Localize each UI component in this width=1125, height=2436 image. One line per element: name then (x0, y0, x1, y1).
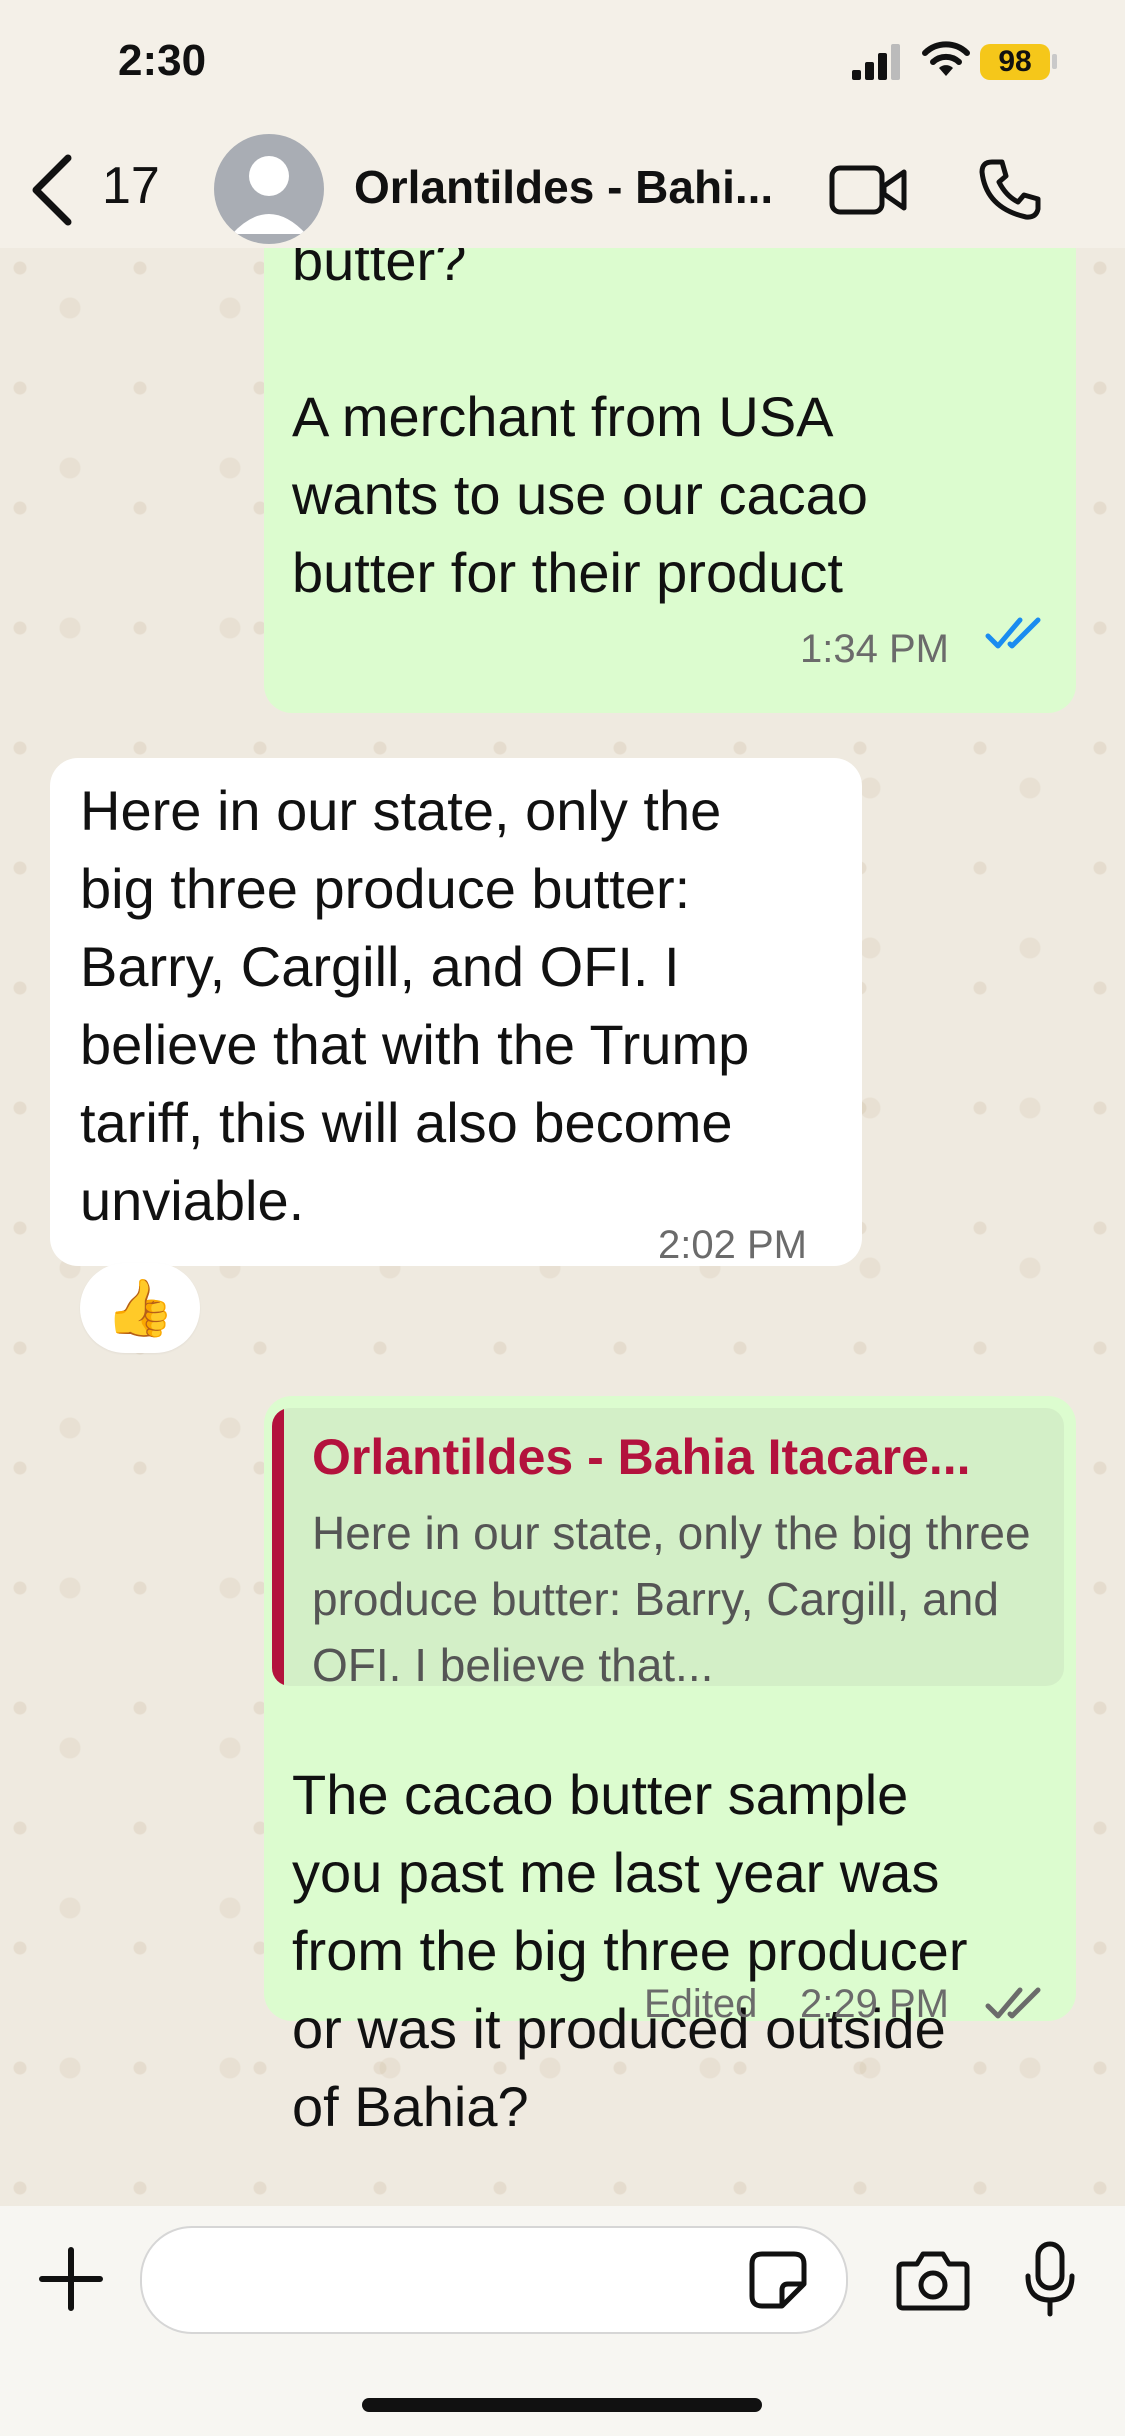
message-text: Here in our state, only the big three pr… (80, 779, 750, 1232)
status-time: 2:30 (118, 36, 207, 85)
message-text: The cacao butter sample you past me last… (292, 1763, 968, 2138)
contact-avatar[interactable] (214, 134, 324, 244)
quote-text: Here in our state, only the big three pr… (312, 1507, 1031, 1686)
home-indicator[interactable] (362, 2398, 762, 2412)
chat-title[interactable]: Orlantildes - Bahi... (354, 160, 773, 214)
voice-call-icon[interactable] (978, 156, 1042, 222)
outgoing-message-bubble[interactable]: butter? A merchant from USA wants to use… (264, 248, 1076, 713)
incoming-message-bubble[interactable]: Here in our state, only the big three pr… (50, 758, 862, 1267)
message-time: 2:29 PM (800, 1982, 949, 2026)
wifi-icon (922, 41, 970, 76)
back-unread-count[interactable]: 17 (102, 156, 160, 216)
back-chevron-icon[interactable] (22, 150, 82, 230)
edited-label: Edited (644, 1982, 758, 2026)
delivered-receipt-icon (985, 1987, 1041, 2019)
quote-author: Orlantildes - Bahia Itacare... (312, 1429, 971, 1485)
message-list[interactable]: butter? A merchant from USA wants to use… (0, 248, 1125, 2206)
composer-bar (0, 2206, 1125, 2436)
status-bar: 2:30 98 (0, 0, 1125, 130)
message-input[interactable] (140, 2226, 848, 2334)
microphone-icon[interactable] (1020, 2240, 1080, 2320)
battery-tip (1052, 54, 1057, 69)
quote-accent-bar (272, 1408, 284, 1686)
camera-icon[interactable] (895, 2246, 971, 2314)
message-text: butter? A merchant from USA wants to use… (292, 248, 868, 604)
battery-level: 98 (980, 44, 1050, 80)
chat-header: 17 Orlantildes - Bahi... (0, 130, 1125, 248)
video-call-icon[interactable] (828, 160, 908, 220)
read-receipt-icon (985, 617, 1041, 649)
plus-icon[interactable] (36, 2244, 106, 2314)
cellular-signal-icon (852, 44, 900, 80)
sticker-icon[interactable] (748, 2250, 808, 2310)
default-avatar-icon (232, 156, 306, 234)
message-time: 1:34 PM (800, 627, 949, 671)
reaction-badge[interactable]: 👍 (80, 1263, 200, 1353)
quoted-reply[interactable]: Orlantildes - Bahia Itacare... Here in o… (272, 1408, 1064, 1686)
message-time: 2:02 PM (658, 1223, 807, 1267)
